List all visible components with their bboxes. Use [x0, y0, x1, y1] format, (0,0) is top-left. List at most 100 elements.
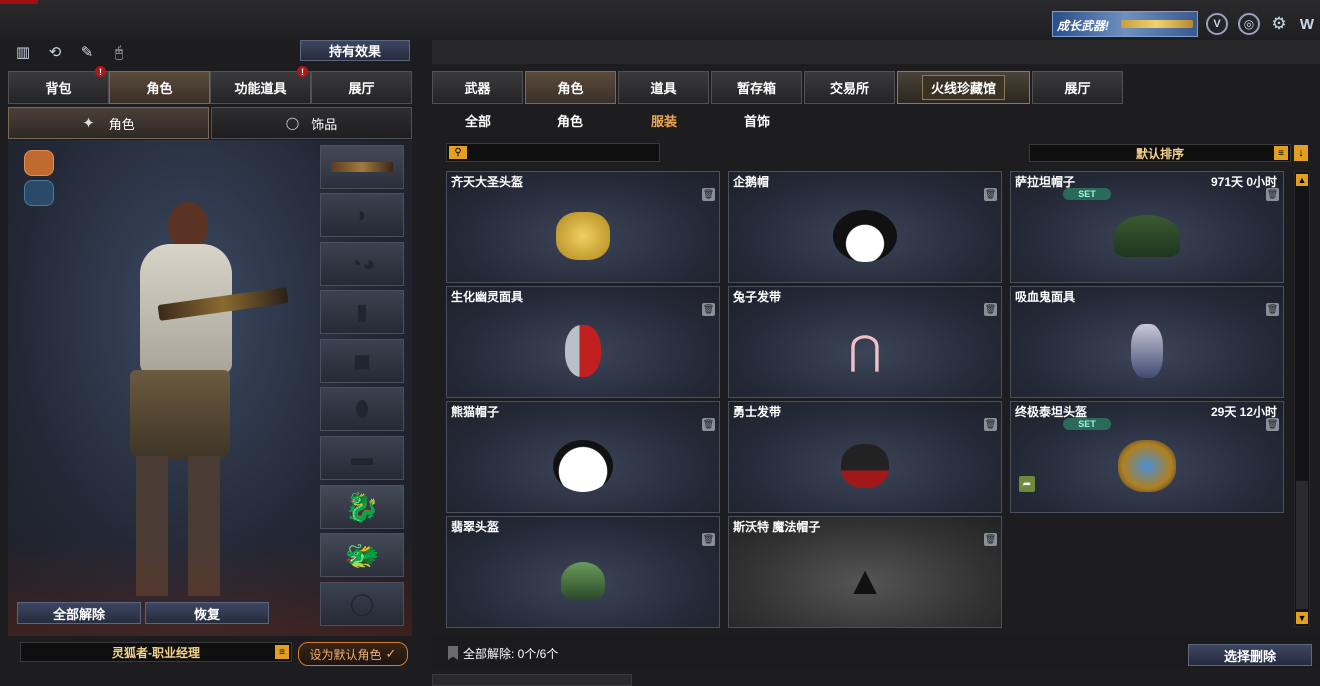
warrior-headband-icon	[841, 443, 889, 488]
tab-label: 武器	[464, 81, 491, 96]
trash-icon[interactable]: 🗑	[702, 418, 715, 431]
bottom-edge-strip	[432, 674, 632, 686]
tab-label: 暂存箱	[736, 81, 776, 96]
item-card[interactable]: 翡翠头盔 🗑	[446, 516, 720, 628]
goggles-icon: ◔◕	[348, 251, 376, 276]
tab-label: 道具	[650, 81, 677, 96]
item-card[interactable]: 企鹅帽 🗑	[728, 171, 1002, 283]
list-menu-icon[interactable]: ≡	[275, 645, 289, 659]
tab-storage[interactable]: 暂存箱	[711, 71, 802, 104]
stats-icon[interactable]: ▥	[12, 41, 34, 63]
settings-gear-icon[interactable]: ⚙	[1268, 13, 1290, 35]
sort-direction-icon[interactable]: ↓	[1294, 145, 1308, 161]
trash-icon[interactable]: 🗑	[984, 303, 997, 316]
gold-rifle-icon	[1121, 20, 1193, 28]
item-card[interactable]: 熊猫帽子 🗑	[446, 401, 720, 513]
tab-function-items[interactable]: 功能道具!	[210, 66, 311, 104]
sort-menu-icon[interactable]: ≡	[1274, 146, 1288, 160]
golden-dragon-slot[interactable]: 🐉	[320, 485, 404, 529]
tab-character[interactable]: 角色	[109, 71, 210, 104]
panda-hat-icon	[553, 439, 613, 492]
swap-emblem-icon[interactable]	[24, 180, 54, 206]
select-delete-button[interactable]: 选择删除	[1188, 644, 1312, 666]
item-card[interactable]: 吸血鬼面具 🗑	[1010, 286, 1284, 398]
character-skirt	[130, 370, 230, 460]
trash-icon[interactable]: 🗑	[702, 303, 715, 316]
sort-dropdown[interactable]: 默认排序 ≡	[1029, 144, 1291, 162]
set-badge: SET	[1063, 188, 1111, 200]
vest-slot[interactable]: ◼	[320, 339, 404, 383]
steering-wheel-icon[interactable]: ◎	[1238, 13, 1260, 35]
trash-icon[interactable]: 🗑	[702, 188, 715, 201]
trash-icon[interactable]: 🗑	[1266, 303, 1279, 316]
item-name: 斯沃特 魔法帽子	[733, 520, 821, 534]
subtab-jewelry[interactable]: 首饰	[727, 111, 787, 129]
tab-exchange[interactable]: 交易所	[804, 71, 895, 104]
titan-helmet-icon	[1118, 439, 1176, 492]
trash-icon[interactable]: 🗑	[984, 533, 997, 546]
ice-dragon-slot[interactable]: 🐲	[320, 533, 404, 577]
set-default-character-button[interactable]: 设为默认角色 ✓	[298, 642, 408, 666]
item-card[interactable]: 勇士发带 🗑	[728, 401, 1002, 513]
search-icon[interactable]: ⚲	[449, 146, 467, 159]
refresh-icon[interactable]: ⟲	[44, 41, 66, 63]
tab-showroom-right[interactable]: 展厅	[1032, 71, 1123, 104]
tab-backpack[interactable]: 背包!	[8, 66, 109, 104]
left-tab-bar: 背包! 角色 功能道具! 展厅	[8, 66, 412, 104]
trash-icon[interactable]: 🗑	[1266, 188, 1279, 201]
tab-collection[interactable]: 火线珍藏馆	[897, 71, 1030, 104]
pouch-slot[interactable]: ▬	[320, 436, 404, 480]
item-card[interactable]: 齐天大圣头盔 🗑	[446, 171, 720, 283]
trash-icon[interactable]: 🗑	[1266, 418, 1279, 431]
unequip-all-button[interactable]: 全部解除	[17, 602, 141, 624]
radio-slot[interactable]: ▮	[320, 290, 404, 334]
character-name-field[interactable]: 灵狐者-职业经理 ≡	[20, 642, 292, 662]
restore-button[interactable]: 恢复	[145, 602, 269, 624]
trash-icon[interactable]: 🗑	[984, 418, 997, 431]
scroll-up-icon[interactable]: ▲	[1296, 174, 1308, 186]
goggles-slot[interactable]: ◔◕	[320, 242, 404, 286]
item-name: 齐天大圣头盔	[451, 175, 524, 189]
subtab-character[interactable]: ✦ 角色	[8, 107, 209, 139]
weapon-slot[interactable]	[320, 145, 404, 189]
item-grid: 齐天大圣头盔 🗑 企鹅帽 🗑 萨拉坦帽子 971天 0小时 SET 🗑 生化幽灵…	[446, 171, 1288, 629]
item-card[interactable]: 萨拉坦帽子 971天 0小时 SET 🗑	[1010, 171, 1284, 283]
scroll-down-icon[interactable]: ▼	[1296, 612, 1308, 624]
right-subtab-bar: 全部 角色 服装 首饰	[432, 107, 1320, 133]
item-card[interactable]: 兔子发带 🗑 ⋂	[728, 286, 1002, 398]
subtab-accessory[interactable]: ◯ 饰品	[211, 107, 412, 139]
subtab-clothing[interactable]: 服装	[634, 111, 694, 129]
alert-badge: !	[95, 66, 106, 77]
tab-weapons[interactable]: 武器	[432, 71, 523, 104]
trash-icon[interactable]: 🗑	[702, 533, 715, 546]
ring-slot[interactable]: ◯	[320, 582, 404, 626]
ring-slot-icon: ◯	[349, 591, 375, 616]
tab-label: 交易所	[829, 81, 869, 96]
share-icon[interactable]: ➦	[1019, 476, 1035, 492]
mouse-icon[interactable]: 🖰	[108, 41, 130, 63]
user-edit-icon[interactable]: ✎	[76, 41, 98, 63]
tab-props[interactable]: 道具	[618, 71, 709, 104]
tab-role[interactable]: 角色	[525, 71, 616, 104]
subtab-all[interactable]: 全部	[448, 111, 508, 129]
character-name: 灵狐者-职业经理	[112, 645, 200, 660]
held-effects-button[interactable]: 持有效果	[300, 40, 410, 61]
scroll-thumb[interactable]	[1296, 481, 1308, 609]
fox-emblem-icon[interactable]	[24, 150, 54, 176]
helmet-slot[interactable]: ◗	[320, 193, 404, 237]
zombie-mask-icon	[565, 324, 601, 377]
bunny-headband-icon: ⋂	[848, 328, 882, 373]
tab-showroom[interactable]: 展厅	[311, 71, 412, 104]
brand-w-icon[interactable]: W	[1296, 13, 1318, 35]
badge-v-icon[interactable]: V	[1206, 13, 1228, 35]
subtab-role[interactable]: 角色	[540, 111, 600, 129]
item-card[interactable]: 斯沃特 魔法帽子 🗑 ▲	[728, 516, 1002, 628]
bag-slot[interactable]: ⬮	[320, 387, 404, 431]
search-input[interactable]	[471, 145, 655, 160]
growth-weapon-banner[interactable]: 成长武器!	[1052, 11, 1198, 37]
search-box: ⚲	[446, 143, 660, 162]
item-card[interactable]: 生化幽灵面具 🗑	[446, 286, 720, 398]
trash-icon[interactable]: 🗑	[984, 188, 997, 201]
item-card[interactable]: 终极泰坦头盔 29天 12小时 SET 🗑 ➦	[1010, 401, 1284, 513]
ice-dragon-icon: 🐲	[344, 539, 380, 571]
